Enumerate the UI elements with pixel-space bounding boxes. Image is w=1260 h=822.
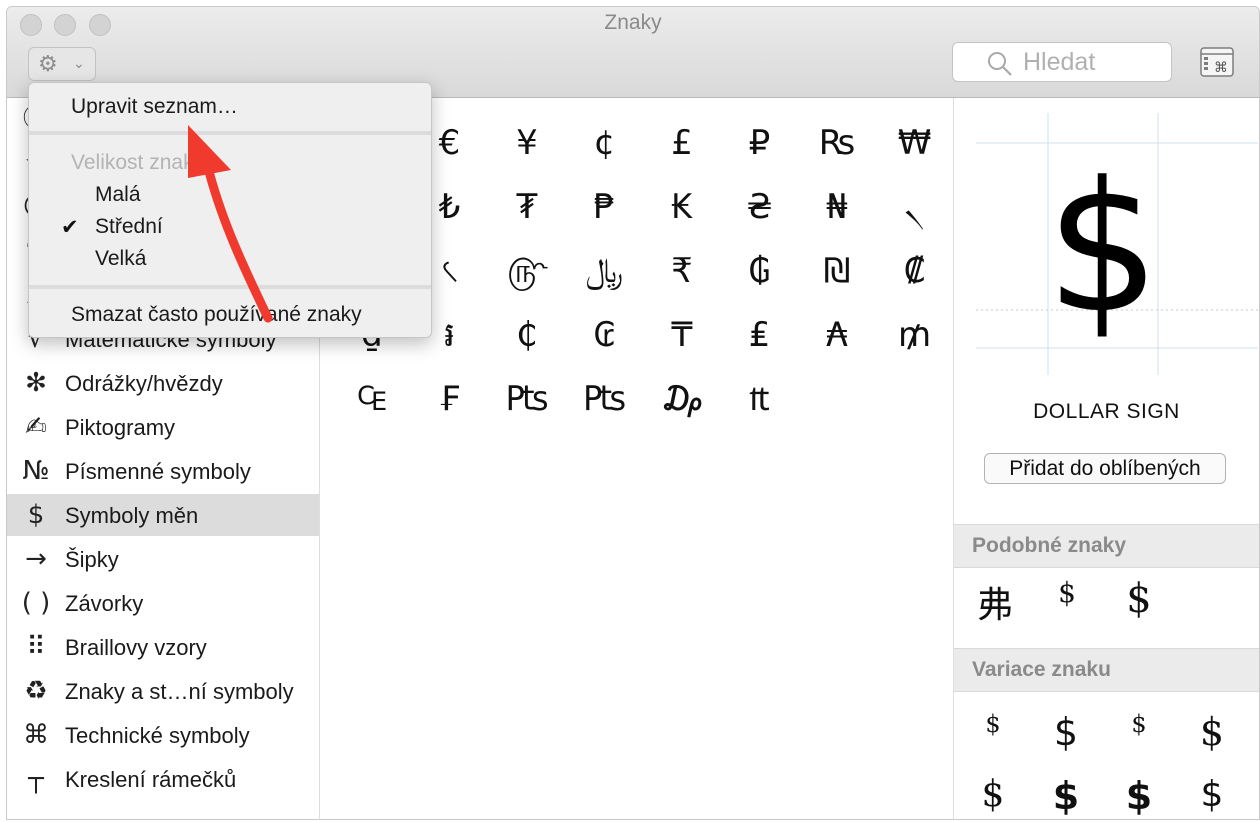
window-title: Znaky [604,11,662,34]
similar-characters-title: Podobné znaky [972,534,1127,557]
sidebar-item[interactable]: ♻ Znaky a st…ní symboly [7,670,319,712]
character-cell[interactable]: ₤ [722,304,798,366]
menu-header-size: Velikost znaků [71,151,206,174]
character-cell[interactable]: ₠ [334,368,410,430]
menu-separator [29,285,431,289]
character-variant[interactable]: $ [1177,710,1247,754]
sidebar-item[interactable]: ⌘ Technické symboly [7,714,319,756]
character-variant[interactable]: $ [1104,774,1174,818]
similar-character[interactable]: 弗 [960,576,1030,628]
character-variant[interactable]: $ [958,710,1028,738]
category-icon: ⠿ [26,632,46,662]
menu-item-size-small[interactable]: Malá [95,183,141,207]
character-preview: $ [976,113,1258,375]
sidebar-item-label: Písmenné symboly [65,459,251,484]
checkmark-icon: ✔ [61,216,79,239]
character-cell[interactable]: ¥ [489,112,565,174]
menu-item-edit-list[interactable]: Upravit seznam… [71,95,238,119]
menu-separator [29,131,431,135]
character-cell[interactable]: ₳ [799,304,875,366]
action-menu-button[interactable]: ⚙ ⌄ [28,47,96,81]
character-cell[interactable]: ₯ [644,368,720,430]
category-icon: ⌘ [23,720,49,750]
sidebar-item[interactable]: $ Symboly měn [7,494,319,536]
character-cell[interactable]: ₣ [412,368,488,430]
sidebar-item-label: Znaky a st…ní symboly [65,679,294,704]
add-to-favorites-button[interactable]: Přidat do oblíbených [984,453,1226,484]
preview-character: $ [1046,144,1161,353]
character-name: DOLLAR SIGN [1033,400,1180,423]
category-icon: ┬ [28,764,44,794]
character-cell[interactable]: ₮ [489,176,565,238]
sidebar-item[interactable]: ⠿ Braillovy vzory [7,626,319,668]
character-variant[interactable]: $ [1177,774,1247,815]
action-dropdown-menu: Upravit seznam… Velikost znaků Malá ✔ St… [28,82,432,338]
svg-text:⌘: ⌘ [1214,60,1228,76]
character-cell[interactable]: ₧ [489,368,565,430]
category-icon: ♻ [24,676,48,706]
search-placeholder: Hledat [1023,48,1096,76]
search-icon [988,52,1012,76]
similar-characters-header: Podobné znaky [954,524,1259,568]
menu-item-clear-frequent[interactable]: Smazat často používané znaky [71,303,362,327]
character-cell[interactable]: ₽ [722,112,798,174]
character-cell[interactable]: ₵ [489,304,565,366]
character-variant[interactable]: $ [1104,710,1174,738]
category-icon: ✍ [25,412,47,442]
sidebar-item[interactable]: → Šipky [7,538,319,580]
gear-icon: ⚙ [38,51,58,76]
sidebar-item[interactable]: ( ) Závorky [7,582,319,624]
character-cell[interactable]: ₲ [722,240,798,302]
sidebar-item-label: Kreslení rámečků [65,767,237,792]
character-cell[interactable]: ¢ [567,112,643,174]
character-cell[interactable]: ₧ [567,368,643,430]
character-cell[interactable]: ₱ [567,176,643,238]
category-icon: → [25,544,47,574]
character-cell[interactable]: £ [644,112,720,174]
character-cell[interactable]: ₹ [644,240,720,302]
sidebar-item-label: Závorky [65,591,144,616]
character-cell[interactable]: ₨ [799,112,875,174]
character-detail-panel: $ DOLLAR SIGN Přidat do oblíbených Podob… [953,98,1259,819]
sidebar-item[interactable]: ┬ Kreslení rámečků [7,758,319,800]
sidebar-item-label: Technické symboly [65,723,250,748]
keyboard-viewer-icon[interactable]: ⌘ [1200,47,1234,77]
character-cell[interactable]: ₡ [877,240,953,302]
character-cell[interactable]: ₴ [722,176,798,238]
sidebar-item[interactable]: ✍ Piktogramy [7,406,319,448]
character-cell[interactable]: ₶ [722,368,798,430]
search-field[interactable]: Hledat [952,42,1172,82]
character-cell[interactable]: ₦ [799,176,875,238]
sidebar-item-label: Odrážky/hvězdy [65,371,223,396]
character-variant[interactable]: $ [1031,710,1101,754]
character-cell[interactable]: ৲ [877,176,953,238]
similar-character[interactable]: $ [1104,576,1174,622]
character-cell[interactable]: ₸ [644,304,720,366]
menu-item-size-medium[interactable]: Střední [95,215,163,239]
character-cell[interactable]: ₢ [567,304,643,366]
sidebar-item[interactable]: № Písmenné symboly [7,450,319,492]
character-variant[interactable]: $ [958,774,1028,815]
character-cell[interactable]: ₩ [877,112,953,174]
sidebar-item[interactable]: ✻ Odrážky/hvězdy [7,362,319,404]
category-icon: № [22,456,50,486]
menu-item-size-large[interactable]: Velká [95,247,146,271]
sidebar-item-label: Symboly měn [65,503,199,528]
character-cell[interactable]: ﷼ [567,240,643,302]
variants-header: Variace znaku [954,648,1259,692]
character-cell[interactable]: ₥ [877,304,953,366]
sidebar-item-label: Šipky [65,547,119,572]
variants-title: Variace znaku [972,658,1111,681]
category-icon: ✻ [25,368,47,398]
category-icon: $ [27,500,45,530]
similar-character[interactable]: $ [1032,576,1102,609]
character-cell[interactable]: ௹ [489,240,565,302]
sidebar-item-label: Braillovy vzory [65,635,207,660]
sidebar-item-label: Piktogramy [65,415,176,440]
category-icon: ( ) [21,588,51,618]
chevron-down-icon: ⌄ [73,55,85,71]
character-cell[interactable]: ₪ [799,240,875,302]
character-cell[interactable]: ₭ [644,176,720,238]
character-variant[interactable]: $ [1031,774,1101,818]
